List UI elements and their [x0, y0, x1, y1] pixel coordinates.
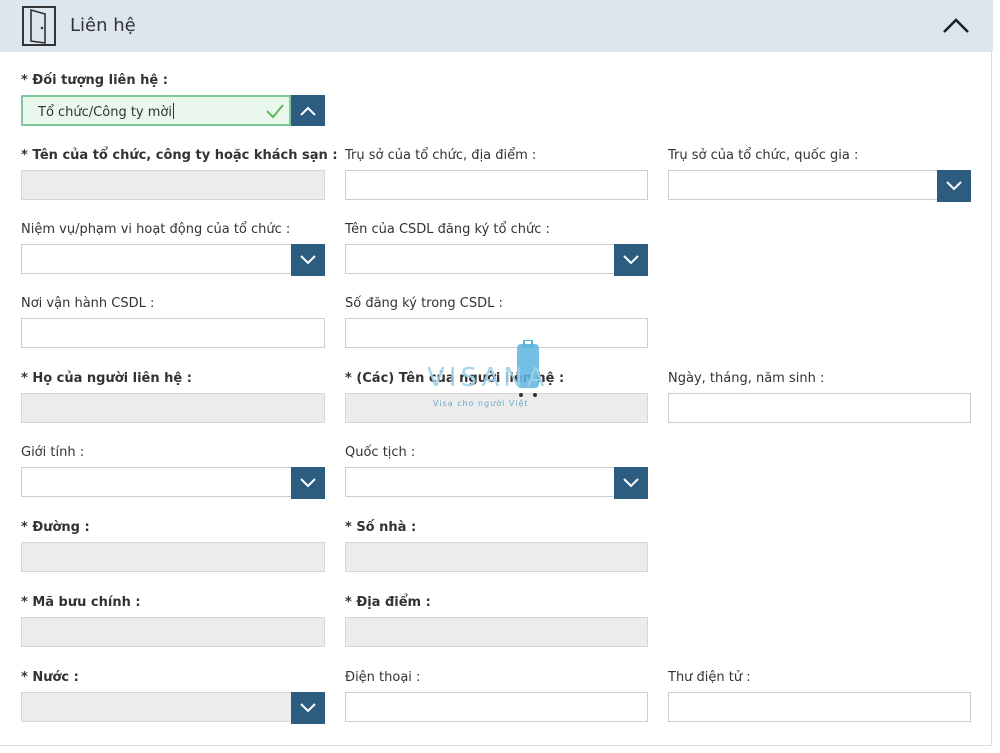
db-name-label: Tên của CSDL đăng ký tổ chức :: [345, 222, 550, 237]
db-number-label: Số đăng ký trong CSDL :: [345, 296, 503, 311]
org-mission-label: Niệm vụ/phạm vi hoạt động của tổ chức :: [21, 222, 291, 237]
street-input[interactable]: [21, 542, 325, 572]
postal-code-input[interactable]: [21, 617, 325, 647]
section-header: Liên hệ: [0, 0, 993, 52]
contact-type-value: Tổ chức/Công ty mời: [38, 103, 174, 120]
db-location-input[interactable]: [21, 318, 325, 348]
db-number-input[interactable]: [345, 318, 648, 348]
house-number-input[interactable]: [345, 542, 648, 572]
contact-type-label: * Đối tượng liên hệ :: [21, 73, 168, 88]
org-country-label: Trụ sở của tổ chức, quốc gia :: [668, 148, 859, 163]
postal-code-label: * Mã bưu chính :: [21, 595, 141, 610]
chevron-down-icon: [300, 255, 316, 265]
chevron-up-icon: [300, 106, 316, 116]
nationality-label: Quốc tịch :: [345, 445, 416, 460]
check-icon: [266, 104, 284, 119]
phone-input[interactable]: [345, 692, 648, 722]
chevron-down-icon: [300, 703, 316, 713]
org-name-input[interactable]: [21, 170, 325, 200]
db-name-dropdown-button[interactable]: [614, 244, 648, 276]
first-names-input[interactable]: [345, 393, 648, 423]
org-address-input[interactable]: [345, 170, 648, 200]
country-label: * Nước :: [21, 670, 79, 685]
section-title: Liên hệ: [70, 15, 136, 36]
org-mission-dropdown-button[interactable]: [291, 244, 325, 276]
chevron-up-icon[interactable]: [941, 12, 971, 40]
email-label: Thư điện tử :: [668, 670, 751, 685]
country-select[interactable]: [21, 692, 325, 724]
door-icon: [22, 6, 56, 46]
phone-label: Điện thoại :: [345, 670, 421, 685]
email-input[interactable]: [668, 692, 971, 722]
country-dropdown-button[interactable]: [291, 692, 325, 724]
nationality-dropdown-button[interactable]: [614, 467, 648, 499]
chevron-down-icon: [946, 181, 962, 191]
last-name-label: * Họ của người liên hệ :: [21, 371, 192, 386]
street-label: * Đường :: [21, 520, 90, 535]
last-name-input[interactable]: [21, 393, 325, 423]
house-number-label: * Số nhà :: [345, 520, 417, 535]
contact-type-toggle-button[interactable]: [291, 95, 325, 126]
contact-type-select[interactable]: Tổ chức/Công ty mời: [21, 95, 325, 126]
org-mission-select[interactable]: [21, 244, 325, 276]
birth-date-input[interactable]: [668, 393, 971, 423]
contact-type-field[interactable]: Tổ chức/Công ty mời: [21, 95, 291, 126]
gender-select[interactable]: [21, 467, 325, 499]
place-label: * Địa điểm :: [345, 595, 431, 610]
chevron-down-icon: [623, 478, 639, 488]
org-country-dropdown-button[interactable]: [937, 170, 971, 202]
birth-date-label: Ngày, tháng, năm sinh :: [668, 371, 825, 386]
first-names-label: * (Các) Tên của người liên hệ :: [345, 371, 565, 386]
chevron-down-icon: [623, 255, 639, 265]
db-location-label: Nơi vận hành CSDL :: [21, 296, 155, 311]
org-country-select[interactable]: [668, 170, 971, 202]
db-name-select[interactable]: [345, 244, 648, 276]
org-name-label: * Tên của tổ chức, công ty hoặc khách sạ…: [21, 148, 338, 163]
org-address-label: Trụ sở của tổ chức, địa điểm :: [345, 148, 537, 163]
place-input[interactable]: [345, 617, 648, 647]
chevron-down-icon: [300, 478, 316, 488]
gender-dropdown-button[interactable]: [291, 467, 325, 499]
nationality-select[interactable]: [345, 467, 648, 499]
gender-label: Giới tính :: [21, 445, 85, 460]
